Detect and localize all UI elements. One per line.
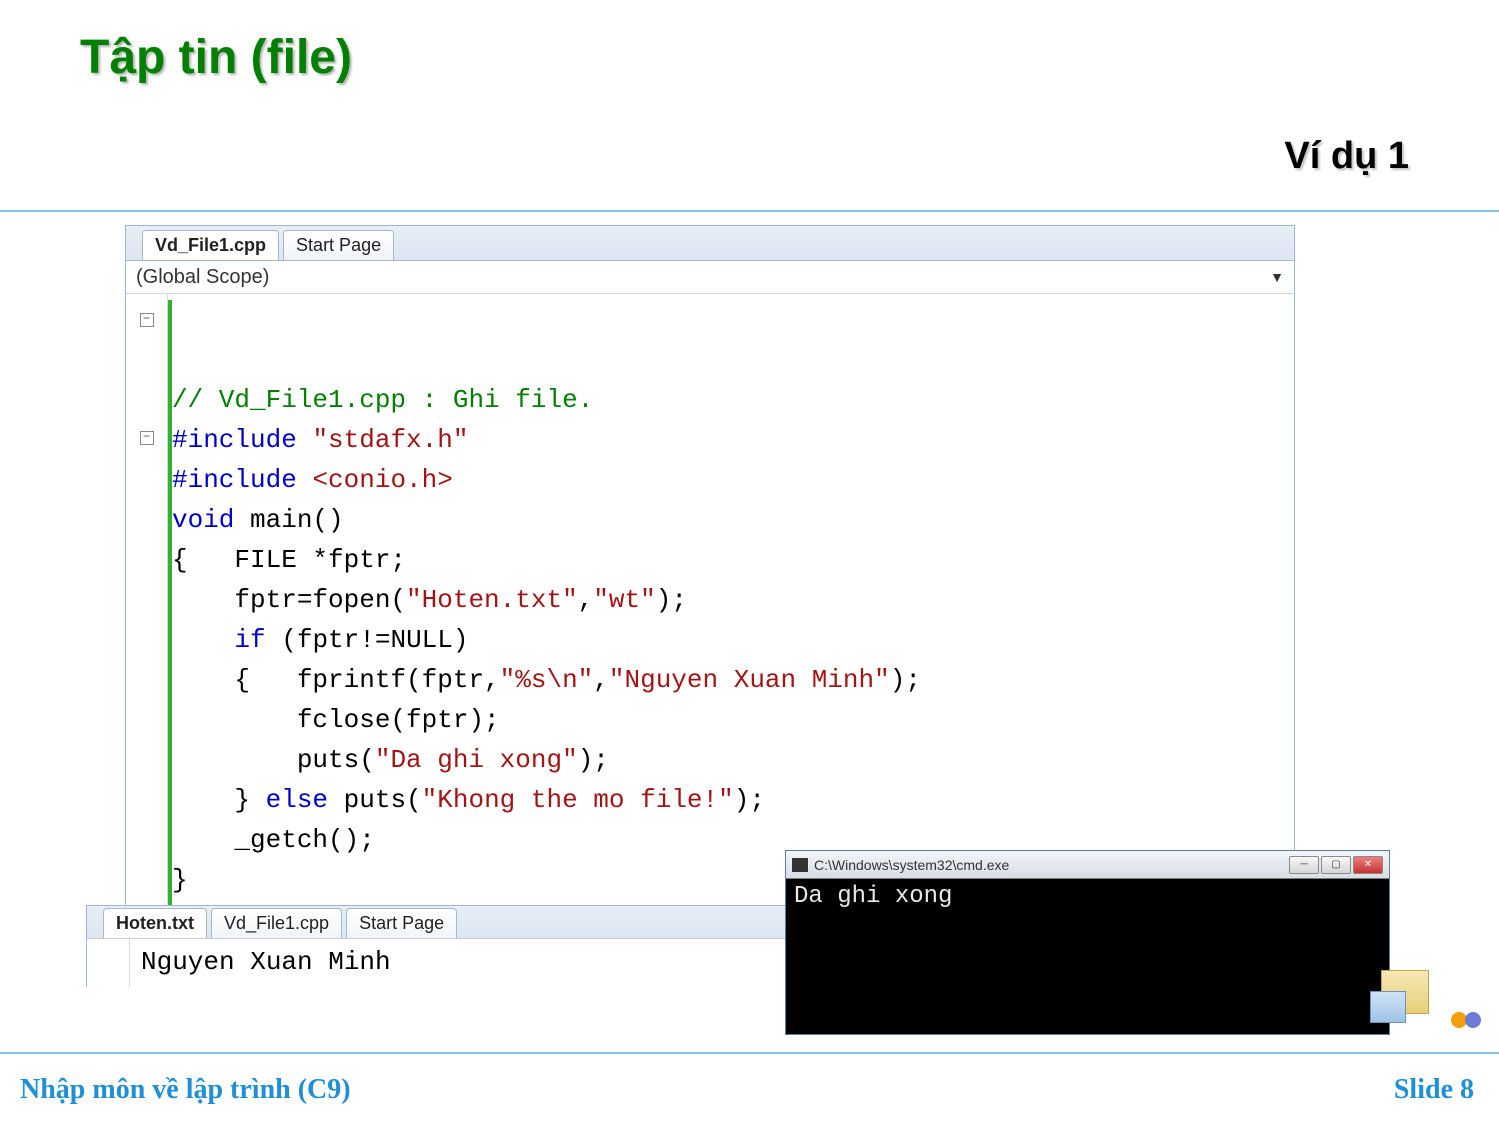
tab-vd-file1[interactable]: Vd_File1.cpp bbox=[142, 230, 279, 260]
code-editor-main: Vd_File1.cpp Start Page (Global Scope) ▼… bbox=[125, 225, 1295, 948]
infinity-logo-icon bbox=[1451, 1008, 1481, 1032]
cmd-icon bbox=[792, 858, 808, 872]
tab-start-page[interactable]: Start Page bbox=[283, 230, 394, 260]
console-titlebar[interactable]: C:\Windows\system32\cmd.exe ─ ▢ ✕ bbox=[786, 851, 1389, 879]
maximize-button[interactable]: ▢ bbox=[1321, 856, 1351, 874]
chevron-down-icon: ▼ bbox=[1270, 269, 1284, 285]
change-marker bbox=[168, 300, 172, 940]
file-content[interactable]: Nguyen Xuan Minh bbox=[87, 938, 786, 987]
divider-bottom bbox=[0, 1052, 1499, 1054]
close-button[interactable]: ✕ bbox=[1353, 856, 1383, 874]
minimize-button[interactable]: ─ bbox=[1289, 856, 1319, 874]
console-output: Da ghi xong bbox=[786, 879, 1389, 914]
footer-course: Nhập môn về lập trình (C9) bbox=[20, 1074, 351, 1106]
console-title-text: C:\Windows\system32\cmd.exe bbox=[814, 857, 1009, 873]
new-item-icon bbox=[1381, 970, 1429, 1014]
scope-dropdown[interactable]: (Global Scope) ▼ bbox=[126, 260, 1294, 294]
footer-slide-number: Slide 8 bbox=[1394, 1074, 1474, 1106]
editor-tab-row: Vd_File1.cpp Start Page bbox=[126, 226, 1294, 260]
console-window: C:\Windows\system32\cmd.exe ─ ▢ ✕ Da ghi… bbox=[785, 850, 1390, 1035]
slide-title: Tập tin (file) bbox=[80, 30, 352, 85]
tab-start-page-2[interactable]: Start Page bbox=[346, 908, 457, 938]
tab-vd-file1-2[interactable]: Vd_File1.cpp bbox=[211, 908, 342, 938]
scope-label: (Global Scope) bbox=[136, 266, 269, 289]
code-gutter: − − bbox=[126, 294, 168, 948]
fold-toggle-icon[interactable]: − bbox=[140, 313, 154, 327]
editor2-tab-row: Hoten.txt Vd_File1.cpp Start Page bbox=[87, 906, 786, 938]
code-editor-output-file: Hoten.txt Vd_File1.cpp Start Page Nguyen… bbox=[86, 905, 786, 987]
fold-toggle-icon[interactable]: − bbox=[140, 431, 154, 445]
slide-subtitle: Ví dụ 1 bbox=[1284, 135, 1409, 178]
divider-top bbox=[0, 210, 1499, 212]
tab-hoten-txt[interactable]: Hoten.txt bbox=[103, 908, 207, 938]
